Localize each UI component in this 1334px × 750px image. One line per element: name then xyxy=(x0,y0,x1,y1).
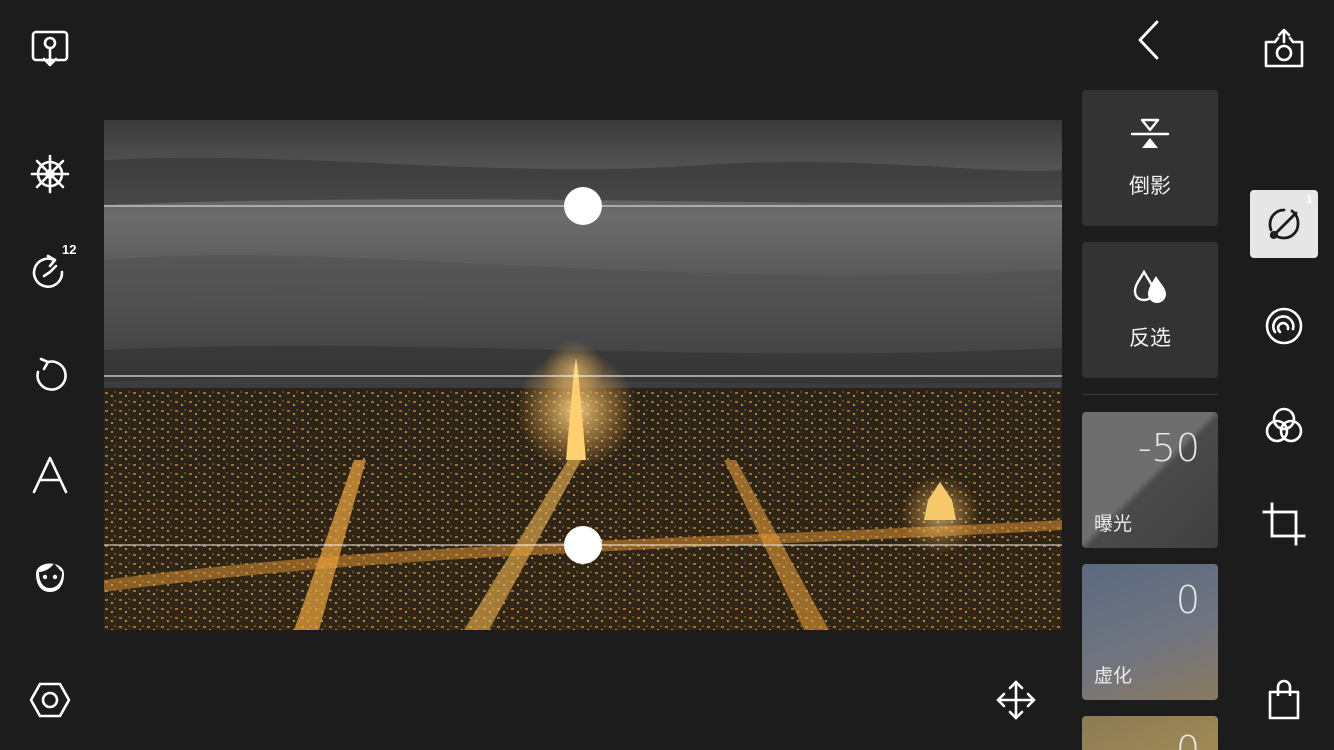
invert-selection-button[interactable]: 反选 xyxy=(1082,242,1218,378)
brush-mask-icon[interactable] xyxy=(1262,202,1306,246)
invert-selection-label: 反选 xyxy=(1129,326,1171,350)
text-tool-icon[interactable] xyxy=(28,452,72,496)
reflection-icon xyxy=(1130,114,1170,154)
next-adjustment-card[interactable]: 0 xyxy=(1082,716,1218,750)
settings-hexagon-icon[interactable] xyxy=(28,678,72,722)
blur-value: 0 xyxy=(1175,578,1200,622)
bottom-handle[interactable] xyxy=(564,526,602,564)
undo-icon[interactable] xyxy=(28,354,72,398)
color-filter-icon[interactable] xyxy=(1262,404,1306,448)
blur-slider-card[interactable]: 0 虚化 xyxy=(1082,564,1218,700)
reflection-label: 倒影 xyxy=(1129,174,1171,198)
exposure-slider-card[interactable]: -50 曝光 xyxy=(1082,412,1218,548)
move-icon[interactable] xyxy=(994,678,1038,722)
face-retouch-icon[interactable] xyxy=(28,552,72,596)
save-to-device-icon[interactable] xyxy=(28,26,72,70)
shopping-bag-icon[interactable] xyxy=(1262,678,1306,722)
back-icon[interactable] xyxy=(1130,18,1170,62)
blur-label: 虚化 xyxy=(1094,665,1133,687)
crop-icon[interactable] xyxy=(1262,502,1306,546)
steering-wheel-icon[interactable] xyxy=(28,152,72,196)
top-handle[interactable] xyxy=(564,187,602,225)
share-photo-icon[interactable] xyxy=(1262,26,1306,70)
masks-count-badge: 1 xyxy=(1306,192,1313,206)
invert-selection-icon xyxy=(1130,266,1170,306)
photo-canvas[interactable] xyxy=(104,120,1062,630)
lens-tool-icon[interactable] xyxy=(1262,304,1306,348)
next-adjustment-value: 0 xyxy=(1175,728,1200,750)
history-icon[interactable] xyxy=(28,252,72,296)
history-count-badge: 12 xyxy=(62,242,77,257)
exposure-value: -50 xyxy=(1137,426,1200,470)
reflection-button[interactable]: 倒影 xyxy=(1082,90,1218,226)
exposure-label: 曝光 xyxy=(1094,513,1133,535)
panel-divider xyxy=(1082,394,1218,395)
